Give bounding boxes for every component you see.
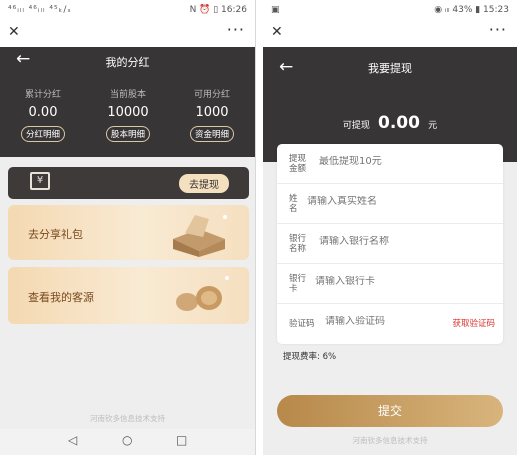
system-nav-bar: ◁ ○ □ — [0, 429, 255, 455]
gift-box-icon — [173, 215, 227, 257]
stat-value: 10000 — [107, 105, 149, 120]
dividend-screen: ⁴⁶ᵢₗₗ ⁴⁶ᵢₗₗ ⁴⁵ₖ/ₛ N ⏰ ▯ 16:26 ✕ ··· ← 我的… — [0, 0, 256, 455]
stat-value: 0.00 — [28, 105, 58, 120]
close-icon[interactable]: ✕ — [8, 24, 20, 40]
available-amount: 可提现 0.00 元 — [263, 113, 517, 133]
browser-bar: ✕ ··· — [263, 20, 517, 47]
stat-label: 可用分红 — [193, 90, 230, 100]
stat-value: 1000 — [195, 105, 229, 120]
bank-card-input[interactable] — [315, 276, 445, 287]
bank-card-row: 银行卡 — [277, 264, 503, 304]
verify-code-row: 验证码 获取验证码 — [277, 304, 503, 344]
stat-current-shares: 当前股本 10000 股本明细 — [93, 87, 163, 142]
fee-rate: 提现费率: 6% — [283, 352, 337, 362]
back-nav-icon[interactable]: ◁ — [68, 433, 77, 447]
verify-code-input[interactable] — [325, 316, 435, 327]
name-input[interactable] — [307, 196, 437, 207]
amount-row: 提现金额 — [277, 144, 503, 184]
clock: ◉ ᵢₗₗ 43% ▮ 15:23 — [434, 5, 509, 15]
withdraw-banner: ¥ 去提现 — [8, 167, 249, 199]
verify-code-label: 验证码 — [289, 319, 315, 329]
fund-detail-button[interactable]: 资金明细 — [189, 126, 234, 142]
sparkle — [223, 215, 227, 219]
share-gift-card[interactable]: 去分享礼包 — [8, 205, 249, 260]
sparkle — [225, 276, 229, 280]
bank-card-label: 银行卡 — [289, 274, 307, 294]
home-nav-icon[interactable]: ○ — [122, 433, 132, 447]
stat-label: 累计分红 — [24, 90, 61, 100]
page-title: 我的分红 — [105, 56, 150, 69]
submit-button[interactable]: 提交 — [277, 395, 503, 427]
recents-nav-icon[interactable]: □ — [176, 433, 187, 447]
stat-label: 当前股本 — [109, 90, 146, 100]
withdraw-screen: ▣ ◉ ᵢₗₗ 43% ▮ 15:23 ✕ ··· ← 我要提现 可提现 0.0… — [263, 0, 517, 455]
more-icon[interactable]: ··· — [227, 20, 245, 39]
available-label: 可提现 — [342, 121, 370, 131]
my-customers-card[interactable]: 查看我的客源 — [8, 267, 249, 324]
status-bar: ⁴⁶ᵢₗₗ ⁴⁶ᵢₗₗ ⁴⁵ₖ/ₛ N ⏰ ▯ 16:26 — [0, 0, 255, 22]
footer-credit: 河南钦多信息技术支持 — [90, 414, 165, 423]
more-icon[interactable]: ··· — [489, 20, 507, 39]
stat-total-dividend: 累计分红 0.00 分红明细 — [8, 87, 78, 142]
withdraw-form: 提现金额 姓名 银行名称 银行卡 验证码 获取验证码 — [277, 144, 503, 344]
status-bar: ▣ ◉ ᵢₗₗ 43% ▮ 15:23 — [263, 0, 517, 22]
coins-icon — [176, 276, 229, 311]
available-value: 0.00 — [378, 113, 420, 133]
wallet-icon: ¥ — [30, 172, 50, 190]
bank-name-label: 银行名称 — [289, 234, 307, 254]
withdraw-button[interactable]: 去提现 — [179, 174, 229, 193]
dividend-detail-button[interactable]: 分红明细 — [20, 126, 65, 142]
coin-face — [201, 291, 217, 305]
share-detail-button[interactable]: 股本明细 — [105, 126, 150, 142]
image-icon: ▣ — [271, 5, 281, 15]
get-code-button[interactable]: 获取验证码 — [452, 317, 495, 329]
browser-bar: ✕ ··· — [0, 20, 255, 47]
dividend-header: ← 我的分红 累计分红 0.00 分红明细 当前股本 10000 股本明细 可用… — [0, 47, 255, 157]
bank-name-input[interactable] — [319, 236, 449, 247]
footer-credit: 河南钦多信息技术支持 — [352, 436, 428, 445]
screenshot: ⁴⁶ᵢₗₗ ⁴⁶ᵢₗₗ ⁴⁵ₖ/ₛ N ⏰ ▯ 16:26 ✕ ··· ← 我的… — [0, 0, 517, 455]
clock: N ⏰ ▯ 16:26 — [189, 5, 247, 15]
name-label: 姓名 — [289, 194, 298, 214]
coin — [176, 293, 198, 311]
stat-available-dividend: 可用分红 1000 资金明细 — [177, 87, 247, 142]
name-row: 姓名 — [277, 184, 503, 224]
amount-input[interactable] — [319, 156, 449, 167]
card-label: 查看我的客源 — [28, 291, 94, 304]
page-title: 我要提现 — [368, 62, 412, 75]
amount-label: 提现金额 — [289, 154, 307, 174]
signal-indicators: ⁴⁶ᵢₗₗ ⁴⁶ᵢₗₗ ⁴⁵ₖ/ₛ — [8, 5, 72, 15]
card-label: 去分享礼包 — [28, 228, 83, 241]
available-unit: 元 — [428, 121, 438, 131]
close-icon[interactable]: ✕ — [271, 24, 283, 40]
bank-name-row: 银行名称 — [277, 224, 503, 264]
